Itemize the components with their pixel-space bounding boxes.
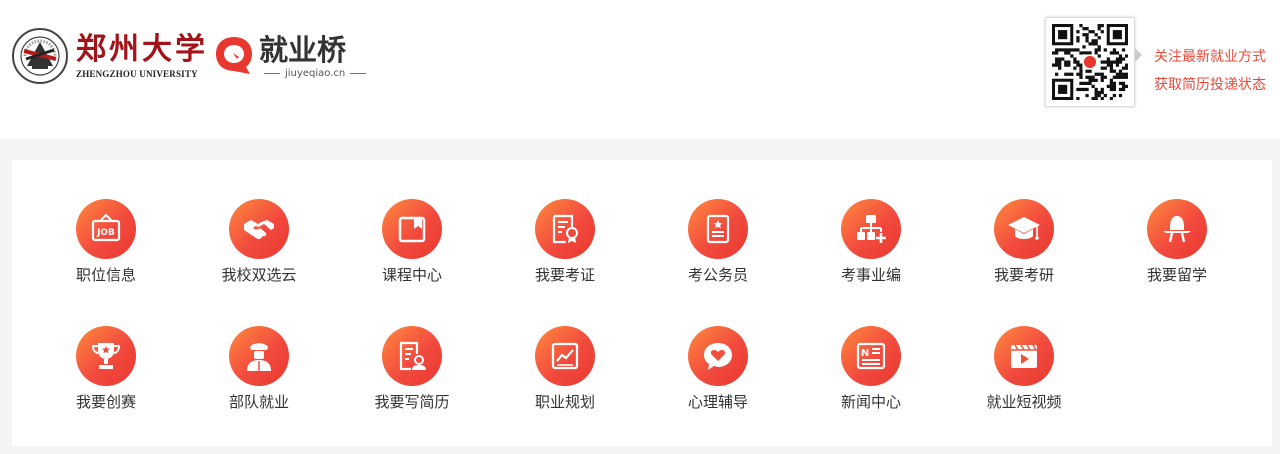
menu-item-label: 我要创赛: [75, 393, 136, 411]
video-icon: [1011, 344, 1037, 368]
menu-item-job-info[interactable]: JOB 职位信息: [46, 199, 166, 285]
menu-item-label: 我校双选云: [221, 266, 297, 284]
resume-icon: [399, 341, 426, 371]
university-name-en: ZHENGZHOU UNIVERSITY: [76, 69, 198, 79]
divider: [264, 73, 280, 74]
menu-item-label: 考公务员: [687, 266, 748, 284]
menu-item-news-center[interactable]: N 新闻中心: [811, 326, 931, 412]
qr-tip: 关注最新就业方式 获取简历投递状态: [1154, 43, 1266, 99]
wechat-qr-code: [1045, 17, 1142, 107]
job-sign-icon: JOB: [91, 213, 121, 242]
career-chart-icon: [551, 342, 579, 370]
service-menu-panel: JOB 职位信息 我校双选云 课程中心 我要考证 考公务员 考事业编 我要考研 …: [12, 160, 1272, 446]
jiuyeqiao-url: jiuyeqiao.cn: [285, 68, 346, 79]
qr-code-icon: [1052, 24, 1128, 100]
heart-chat-icon: [704, 343, 732, 370]
menu-item-short-videos[interactable]: 就业短视频: [964, 326, 1084, 412]
newspaper-icon: N: [856, 342, 886, 370]
menu-item-resume[interactable]: 我要写简历: [352, 326, 472, 412]
menu-item-career-planning[interactable]: 职业规划: [505, 326, 625, 412]
menu-item-study-abroad[interactable]: 我要留学: [1117, 199, 1237, 285]
menu-item-label: 我要写简历: [374, 393, 450, 411]
menu-item-label: 新闻中心: [840, 393, 901, 411]
menu-item-counseling[interactable]: 心理辅导: [658, 326, 778, 412]
graduation-cap-icon: [1008, 217, 1040, 240]
jiuyeqiao-mark-icon: [216, 37, 252, 74]
university-name-cn: 郑州大学: [76, 32, 208, 67]
jiuyeqiao-logo[interactable]: 就业桥 jiuyeqiao.cn: [213, 34, 371, 79]
menu-item-label: 就业短视频: [986, 393, 1062, 411]
menu-item-competition[interactable]: 我要创赛: [46, 326, 166, 412]
menu-item-label: 职业规划: [534, 393, 595, 411]
menu-item-label: 我要考证: [534, 266, 595, 284]
study-abroad-icon: [1163, 216, 1191, 243]
menu-item-label: 我要考研: [993, 266, 1054, 284]
org-chart-icon: [857, 215, 886, 243]
svg-text:JOB: JOB: [96, 228, 115, 238]
handshake-icon: [244, 220, 274, 240]
menu-item-course-center[interactable]: 课程中心: [352, 199, 472, 285]
menu-item-label: 课程中心: [381, 266, 442, 284]
menu-item-public-institution[interactable]: 考事业编: [811, 199, 931, 285]
zhengzhou-university-logo[interactable]: 郑州大学 ZHENGZHOU UNIVERSITY: [12, 28, 208, 84]
menu-item-label: 心理辅导: [687, 393, 748, 411]
site-header: 郑州大学 ZHENGZHOU UNIVERSITY 就业桥 jiuyeqiao.…: [0, 0, 1280, 139]
menu-item-label: 职位信息: [75, 266, 136, 284]
menu-item-postgraduate[interactable]: 我要考研: [964, 199, 1084, 285]
civil-service-icon: [706, 214, 730, 244]
soldier-icon: [247, 343, 271, 371]
menu-item-label: 我要留学: [1146, 266, 1207, 284]
jiuyeqiao-name: 就业桥: [259, 33, 347, 67]
menu-item-certificate[interactable]: 我要考证: [505, 199, 625, 285]
course-book-icon: [398, 216, 426, 243]
menu-item-civil-service[interactable]: 考公务员: [658, 199, 778, 285]
svg-text:N: N: [861, 348, 869, 359]
qr-tip-line1: 关注最新就业方式: [1154, 49, 1266, 65]
qr-tip-line2: 获取简历投递状态: [1154, 77, 1266, 93]
certificate-icon: [552, 214, 578, 244]
menu-item-label: 考事业编: [840, 266, 901, 284]
menu-item-military-employment[interactable]: 部队就业: [199, 326, 319, 412]
menu-item-double-selection-cloud[interactable]: 我校双选云: [199, 199, 319, 285]
divider: [350, 73, 367, 74]
trophy-icon: [91, 343, 121, 369]
menu-item-label: 部队就业: [228, 393, 289, 411]
university-emblem-icon: [12, 28, 68, 84]
